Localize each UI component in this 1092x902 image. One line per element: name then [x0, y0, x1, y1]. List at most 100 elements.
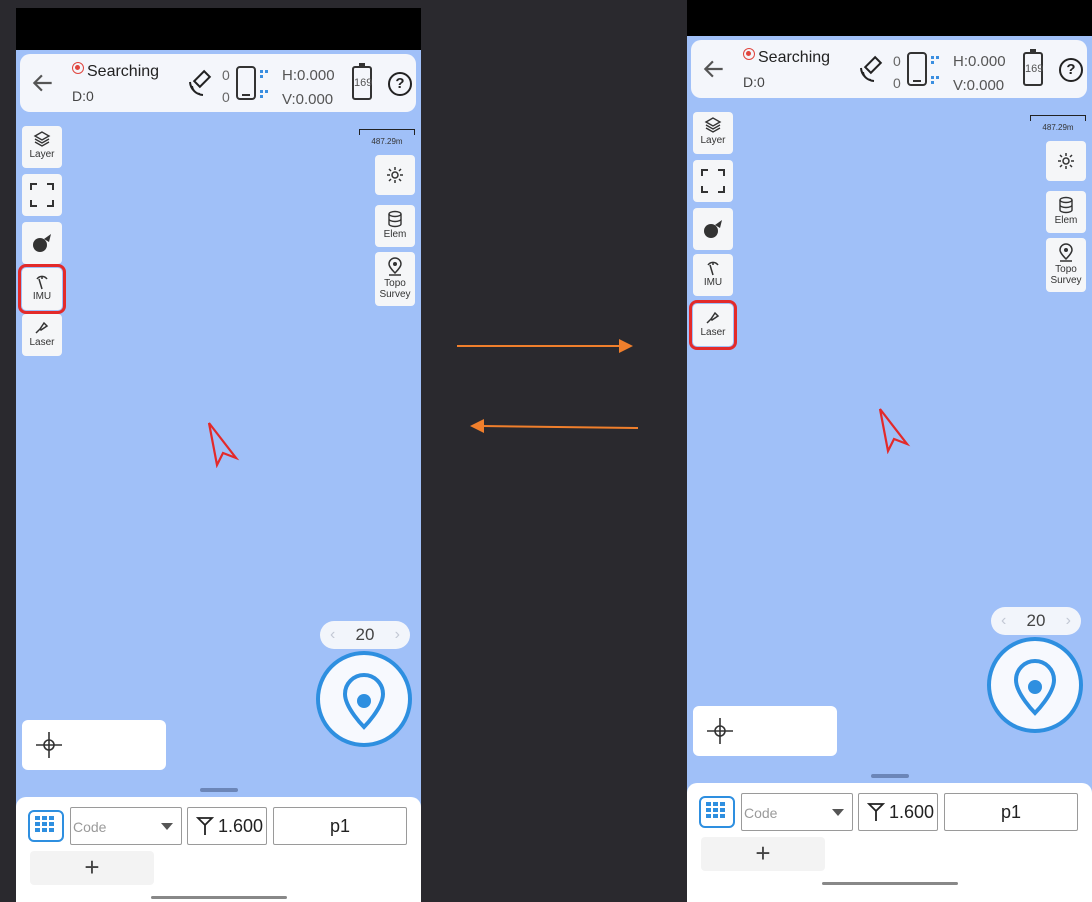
distance-label: D:0 — [743, 74, 765, 90]
topo-survey-icon — [1059, 243, 1073, 262]
drawer-handle[interactable] — [871, 774, 909, 778]
topo-survey-button[interactable]: Topo Survey — [375, 252, 415, 306]
grid-button[interactable] — [28, 810, 64, 842]
satellite-icon[interactable] — [857, 52, 889, 84]
back-arrow-icon[interactable] — [701, 56, 727, 82]
crosshair-panel[interactable] — [22, 720, 166, 770]
status-bar — [687, 0, 1092, 36]
antenna-icon — [867, 803, 885, 821]
satellite-icon[interactable] — [186, 66, 218, 98]
cursor-arrow-icon — [207, 422, 240, 468]
chevron-left-icon[interactable]: ‹ — [330, 621, 335, 649]
grid-icon — [35, 816, 54, 832]
fullscreen-icon — [30, 183, 54, 207]
sat-counts: 00 — [893, 53, 901, 91]
top-bar: Searching D:0 00 H:0.000 V:0.000 169 ? — [20, 54, 416, 112]
imu-button[interactable]: IMU — [693, 254, 733, 296]
bottom-panel: Code 1.600 p1 + — [687, 783, 1092, 902]
device-icon — [236, 66, 256, 100]
locate-icon — [342, 673, 386, 730]
dropdown-arrow-icon — [832, 809, 844, 816]
laser-button[interactable]: Laser — [689, 300, 737, 350]
help-icon[interactable]: ? — [388, 72, 412, 96]
layer-icon — [704, 117, 722, 133]
top-bar: Searching D:0 00 H:0.000 V:0.000 169 ? — [691, 40, 1087, 98]
arrow-left-icon — [470, 419, 639, 433]
bottom-panel: Code 1.600 p1 + — [16, 797, 421, 902]
distance-label: D:0 — [72, 88, 94, 104]
imu-icon — [36, 275, 48, 290]
left-screen: Searching D:0 00 H:0.000 V:0.000 169 ? La… — [16, 8, 421, 902]
status-dot-icon — [743, 48, 755, 60]
locate-icon — [1013, 659, 1057, 716]
topo-survey-icon — [388, 257, 402, 276]
cursor-arrow-icon — [878, 408, 911, 454]
elem-button[interactable]: Elem — [1046, 191, 1086, 233]
point-name-field[interactable]: p1 — [273, 807, 407, 845]
add-button[interactable]: + — [30, 851, 154, 885]
fullscreen-button[interactable] — [693, 160, 733, 202]
battery-icon: 169 — [1023, 49, 1043, 86]
elem-icon — [388, 210, 402, 228]
help-icon[interactable]: ? — [1059, 58, 1083, 82]
status-dot-icon — [72, 62, 84, 74]
crosshair-icon — [36, 732, 62, 758]
topo-survey-button[interactable]: Topo Survey — [1046, 238, 1086, 292]
imu-button[interactable]: IMU — [18, 264, 66, 314]
grid-icon — [706, 802, 725, 818]
locate-button[interactable] — [316, 651, 412, 747]
fullscreen-button[interactable] — [22, 174, 62, 216]
antenna-height-field[interactable]: 1.600 — [858, 793, 938, 831]
crosshair-panel[interactable] — [693, 706, 837, 756]
layer-button[interactable]: Layer — [22, 126, 62, 168]
battery-icon: 169 — [352, 63, 372, 100]
precision-icon — [260, 70, 268, 98]
code-select[interactable]: Code — [741, 793, 853, 831]
settings-button[interactable] — [375, 155, 415, 195]
scale-bar: 487.29m — [359, 129, 415, 147]
compass-icon — [33, 234, 51, 252]
settings-button[interactable] — [1046, 141, 1086, 181]
compass-icon — [704, 220, 722, 238]
elem-icon — [1059, 196, 1073, 214]
fullscreen-icon — [701, 169, 725, 193]
home-indicator — [822, 882, 958, 885]
home-indicator — [151, 896, 287, 899]
antenna-icon — [196, 817, 214, 835]
dropdown-arrow-icon — [161, 823, 173, 830]
settings-icon — [1058, 153, 1074, 169]
locate-button[interactable] — [987, 637, 1083, 733]
elem-button[interactable]: Elem — [375, 205, 415, 247]
compass-button[interactable] — [693, 208, 733, 250]
right-screen: Searching D:0 00 H:0.000 V:0.000 169 ? La… — [687, 0, 1092, 902]
imu-icon — [707, 261, 719, 276]
zoom-level-stepper[interactable]: ‹ 20 › — [991, 607, 1081, 635]
antenna-height-field[interactable]: 1.600 — [187, 807, 267, 845]
grid-button[interactable] — [699, 796, 735, 828]
laser-icon — [35, 321, 49, 334]
hv-values: H:0.000 V:0.000 — [282, 67, 335, 108]
laser-icon — [706, 311, 720, 324]
point-name-field[interactable]: p1 — [944, 793, 1078, 831]
settings-icon — [387, 167, 403, 183]
gnss-status: Searching — [72, 62, 159, 81]
gnss-status: Searching — [743, 48, 830, 67]
zoom-level-stepper[interactable]: ‹ 20 › — [320, 621, 410, 649]
chevron-right-icon[interactable]: › — [1066, 607, 1071, 635]
back-arrow-icon[interactable] — [30, 70, 56, 96]
code-select[interactable]: Code — [70, 807, 182, 845]
sat-counts: 00 — [222, 67, 230, 105]
compass-button[interactable] — [22, 222, 62, 264]
hv-values: H:0.000 V:0.000 — [953, 53, 1006, 94]
arrow-right-icon — [457, 339, 633, 353]
layer-icon — [33, 131, 51, 147]
precision-icon — [931, 56, 939, 84]
layer-button[interactable]: Layer — [693, 112, 733, 154]
drawer-handle[interactable] — [200, 788, 238, 792]
scale-bar: 487.29m — [1030, 115, 1086, 133]
add-button[interactable]: + — [701, 837, 825, 871]
chevron-left-icon[interactable]: ‹ — [1001, 607, 1006, 635]
chevron-right-icon[interactable]: › — [395, 621, 400, 649]
device-icon — [907, 52, 927, 86]
laser-button[interactable]: Laser — [22, 314, 62, 356]
